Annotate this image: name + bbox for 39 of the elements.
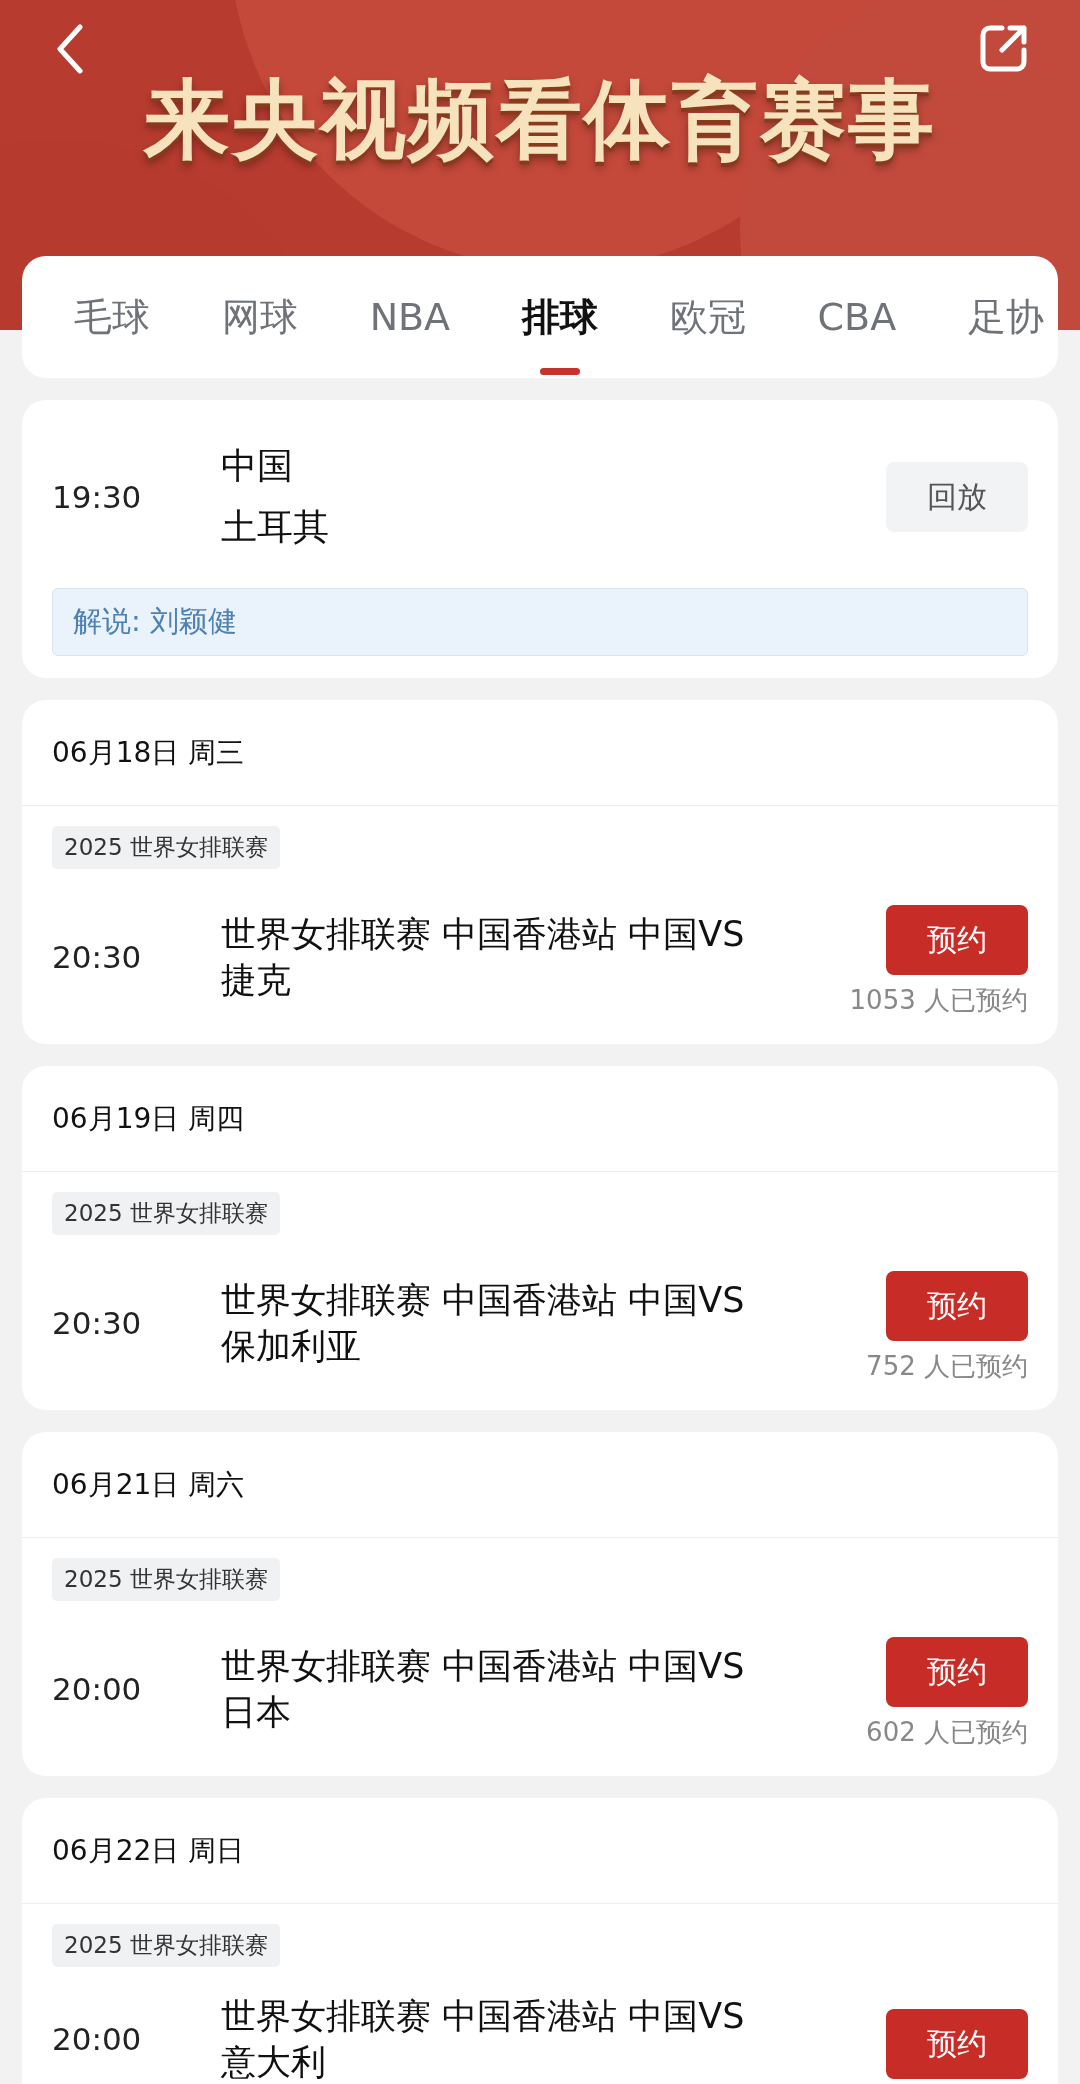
reservation-count: 752 人已预约 <box>866 1350 1028 1383</box>
team-name: 土耳其 <box>221 505 330 549</box>
league-tag: 2025 世界女排联赛 <box>52 1558 280 1601</box>
sport-tab[interactable]: 欧冠 <box>669 283 746 351</box>
match-title: 世界女排联赛 中国香港站 中国VS 捷克 <box>221 912 746 1002</box>
sport-tab[interactable]: NBA <box>369 287 451 347</box>
match-time: 20:00 <box>52 1670 143 1707</box>
replay-button[interactable]: 回放 <box>886 462 1028 532</box>
sport-tab[interactable]: 毛球 <box>74 283 150 351</box>
match-date: 06月18日 周三 <box>22 700 1058 806</box>
match-time: 19:30 <box>52 479 143 515</box>
match-time: 20:30 <box>52 938 143 975</box>
match-date: 06月22日 周日 <box>22 1798 1058 1904</box>
league-tag: 2025 世界女排联赛 <box>52 1192 280 1235</box>
sport-tab[interactable]: 排球 <box>521 283 598 351</box>
reserve-button[interactable]: 预约 <box>886 2009 1028 2079</box>
commentator-note: 解说: 刘颖健 <box>52 588 1028 656</box>
reservation-count: 602 人已预约 <box>866 1716 1028 1749</box>
team-name: 中国 <box>221 444 294 488</box>
match-title: 世界女排联赛 中国香港站 中国VS 保加利亚 <box>221 1278 746 1368</box>
match-date: 06月21日 周六 <box>22 1432 1058 1538</box>
reserve-button[interactable]: 预约 <box>886 1271 1028 1341</box>
sport-tab[interactable]: 足协 <box>968 283 1044 351</box>
league-tag: 2025 世界女排联赛 <box>52 826 280 869</box>
league-tag: 2025 世界女排联赛 <box>52 1924 280 1967</box>
sport-tab[interactable]: CBA <box>817 287 897 347</box>
reserve-button[interactable]: 预约 <box>886 1637 1028 1707</box>
share-icon[interactable] <box>978 22 1030 74</box>
sport-tab[interactable]: 网球 <box>221 283 298 351</box>
back-icon[interactable] <box>55 24 85 74</box>
match-time: 20:00 <box>52 2021 143 2057</box>
banner-title: 来央视频看体育赛事 <box>142 68 937 171</box>
match-date: 06月19日 周四 <box>22 1066 1058 1172</box>
match-title: 世界女排联赛 中国香港站 中国VS 意大利 <box>221 1995 746 2084</box>
match-title: 世界女排联赛 中国香港站 中国VS 日本 <box>221 1644 746 1734</box>
match-time: 20:30 <box>52 1304 143 1341</box>
tab-indicator <box>539 367 580 375</box>
reserve-button[interactable]: 预约 <box>886 905 1028 975</box>
reservation-count: 1053 人已预约 <box>849 984 1028 1017</box>
